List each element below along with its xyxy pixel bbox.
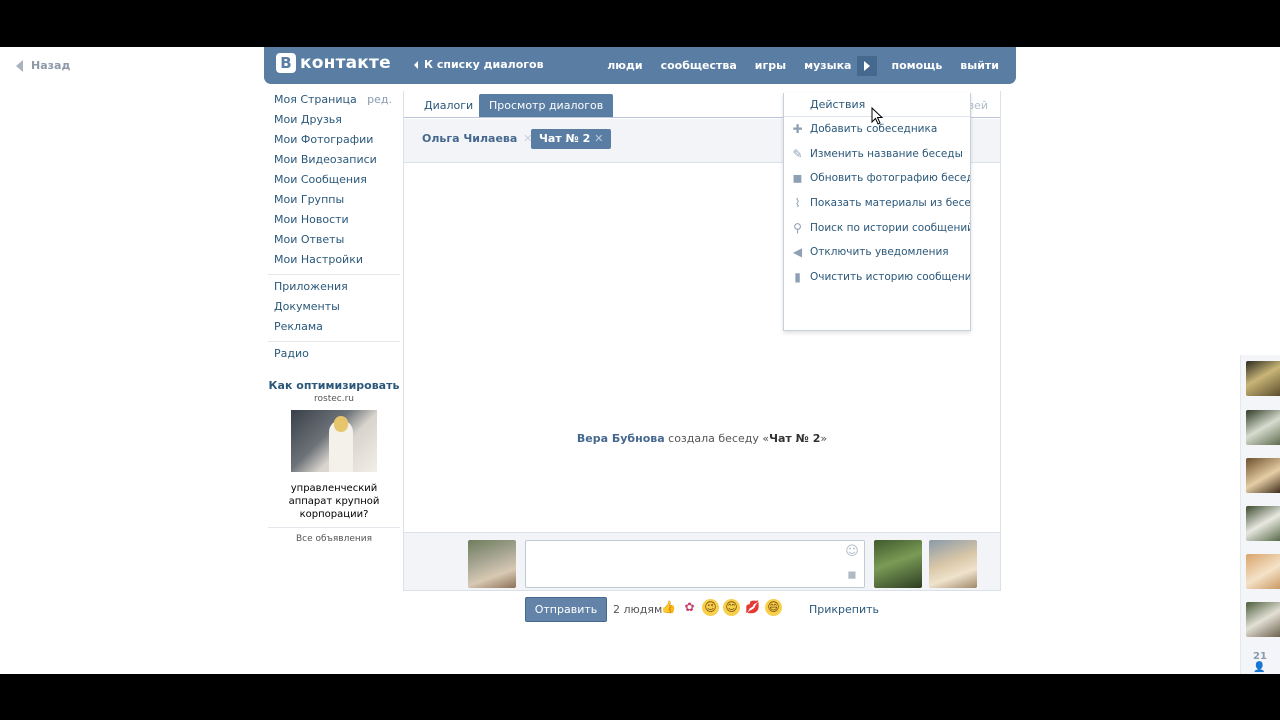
menu-videos[interactable]: Мои Видеозаписи	[268, 151, 400, 171]
rename-chat-item[interactable]: ✎ Изменить название беседы	[784, 142, 970, 167]
menu-ads[interactable]: Реклама	[268, 318, 400, 338]
menu-photos[interactable]: Мои Фотографии	[268, 131, 400, 151]
attach-link[interactable]: Прикрепить	[809, 603, 879, 616]
friends-online-count[interactable]: 21 👤	[1253, 651, 1280, 673]
recipients-count: 2 людям	[613, 603, 663, 616]
system-message: Вера Бубнова создала беседу «Чат № 2»	[576, 432, 828, 445]
ad-image[interactable]	[291, 410, 377, 472]
author-link[interactable]: Вера Бубнова	[577, 432, 665, 445]
participant-avatar[interactable]	[874, 540, 922, 588]
mute-notifications-item[interactable]: ◀ Отключить уведомления	[784, 240, 970, 265]
menu-divider	[268, 274, 400, 275]
mouse-cursor-icon	[871, 107, 883, 125]
menu-my-page[interactable]: Моя Страница ред.	[268, 91, 400, 111]
participant-avatar[interactable]	[929, 540, 977, 588]
my-avatar[interactable]	[468, 540, 516, 588]
chat-tab-chat2[interactable]: Чат № 2 ✕	[531, 129, 612, 149]
menu-answers[interactable]: Мои Ответы	[268, 231, 400, 251]
user-icon: 👤	[1253, 662, 1266, 673]
nav-help[interactable]: помощь	[891, 59, 942, 72]
menu-documents[interactable]: Документы	[268, 298, 400, 318]
menu-apps[interactable]: Приложения	[268, 278, 400, 298]
menu-messages[interactable]: Мои Сообщения	[268, 171, 400, 191]
camera-icon[interactable]: ◼	[845, 568, 859, 582]
top-header: В контакте К списку диалогов люди сообще…	[264, 47, 1016, 84]
search-history-item[interactable]: ⚲ Поиск по истории сообщений	[784, 216, 970, 241]
wink-emoji-icon[interactable]: 😉	[702, 599, 719, 616]
clear-history-item[interactable]: ▮ Очистить историю сообщений	[784, 265, 970, 290]
page: Назад В контакте К списку диалогов люди …	[0, 47, 1280, 674]
message-input[interactable]	[525, 540, 865, 588]
back-chevron-icon	[414, 60, 418, 69]
trash-icon: ▮	[794, 270, 801, 285]
nav-games[interactable]: игры	[755, 59, 786, 72]
menu-radio[interactable]: Радио	[268, 345, 400, 365]
menu-divider	[268, 341, 400, 342]
paperclip-icon: ⌇	[794, 196, 801, 211]
send-row: Отправить 2 людям 👍 ✿ 😉 😊 💋 😄 Прикрепить	[404, 596, 1000, 626]
smile-emoji-icon[interactable]: 😊	[723, 599, 740, 616]
tab-dialogs[interactable]: Диалоги	[414, 94, 483, 117]
logo-mark: В	[276, 53, 296, 73]
friend-avatar[interactable]	[1246, 506, 1280, 541]
ad-block[interactable]: Как оптимизировать rostec.ru управленчес…	[268, 379, 400, 544]
nav-people[interactable]: люди	[607, 59, 642, 72]
to-dialog-list-link[interactable]: К списку диалогов	[414, 58, 544, 71]
kiss-icon[interactable]: 💋	[744, 599, 761, 616]
message-composer: ☺ ◼	[404, 532, 1000, 590]
tab-view-dialogs[interactable]: Просмотр диалогов	[479, 94, 614, 117]
friend-avatar[interactable]	[1246, 410, 1280, 445]
logo-text: контакте	[300, 53, 391, 73]
all-ads-link[interactable]: Все объявления	[268, 527, 400, 544]
thumbs-up-icon[interactable]: 👍	[660, 599, 677, 616]
ad-text[interactable]: управленческий аппарат крупной корпораци…	[268, 482, 400, 521]
back-link[interactable]: Назад	[16, 59, 70, 72]
menu-friends[interactable]: Мои Друзья	[268, 111, 400, 131]
left-menu: Моя Страница ред. Мои Друзья Мои Фотогра…	[268, 91, 400, 365]
ad-domain: rostec.ru	[314, 394, 354, 404]
plus-icon: ✚	[792, 122, 803, 136]
mute-icon: ◀	[792, 245, 803, 260]
flower-icon[interactable]: ✿	[681, 599, 698, 616]
friends-online-column: 21 👤	[1240, 355, 1280, 674]
nav-communities[interactable]: сообщества	[661, 59, 737, 72]
back-arrow-icon	[16, 59, 23, 72]
menu-settings[interactable]: Мои Настройки	[268, 251, 400, 271]
send-button[interactable]: Отправить	[525, 597, 607, 622]
ad-title[interactable]: Как оптимизировать	[268, 379, 400, 392]
pencil-icon: ✎	[792, 146, 803, 161]
menu-news[interactable]: Мои Новости	[268, 211, 400, 231]
search-icon: ⚲	[793, 220, 802, 235]
edit-link[interactable]: ред.	[367, 91, 392, 109]
camera-icon: ◼	[792, 171, 803, 186]
friend-avatar[interactable]	[1246, 602, 1280, 637]
vk-logo[interactable]: В контакте	[276, 53, 391, 73]
friend-avatar[interactable]	[1246, 554, 1280, 589]
nav-music[interactable]: музыка	[804, 59, 851, 72]
top-nav: люди сообщества игры музыка помощь выйти	[589, 47, 999, 84]
show-attachments-item[interactable]: ⌇ Показать материалы из беседы	[784, 191, 970, 216]
nav-logout[interactable]: выйти	[960, 59, 999, 72]
quick-emoji-bar: 👍 ✿ 😉 😊 💋 😄	[660, 599, 782, 616]
friend-avatar[interactable]	[1246, 361, 1280, 396]
update-chat-photo-item[interactable]: ◼ Обновить фотографию беседы	[784, 166, 970, 191]
close-icon[interactable]: ✕	[594, 132, 603, 145]
music-play-icon[interactable]	[857, 55, 878, 76]
actions-dropdown: Действия ✚ Добавить собеседника ✎ Изменить…	[783, 93, 971, 331]
grin-emoji-icon[interactable]: 😄	[765, 599, 782, 616]
smile-icon[interactable]: ☺	[845, 545, 859, 559]
friend-avatar[interactable]	[1246, 458, 1280, 493]
menu-groups[interactable]: Мои Группы	[268, 191, 400, 211]
back-label: Назад	[31, 59, 71, 72]
chat-tab-olga[interactable]: Ольга Чилаева ✕	[412, 129, 543, 149]
